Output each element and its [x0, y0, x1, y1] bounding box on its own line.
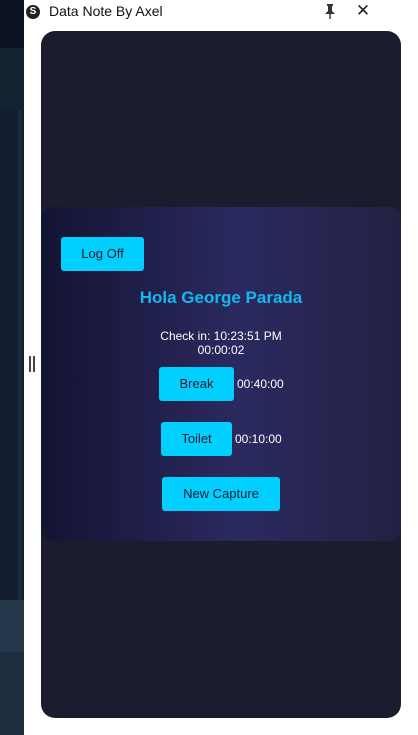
logoff-button[interactable]: Log Off	[61, 237, 144, 271]
elapsed-timer: 00:00:02	[197, 343, 245, 357]
toilet-button[interactable]: Toilet	[161, 422, 232, 456]
new-capture-button[interactable]: New Capture	[162, 477, 280, 511]
greeting-title: Hola George Parada	[139, 288, 303, 307]
checkin-row: Check in: 10:23:51 PM	[41, 329, 401, 343]
resize-grip-line	[33, 356, 35, 372]
background-app-topbar	[0, 0, 24, 48]
background-app-band	[0, 48, 24, 110]
toilet-timer: 00:10:00	[235, 432, 282, 446]
checkin-label: Check in:	[160, 329, 214, 343]
break-button[interactable]: Break	[159, 367, 234, 401]
background-app	[0, 0, 24, 735]
resize-handle[interactable]	[28, 356, 36, 372]
background-app-edge	[18, 110, 22, 600]
pin-icon[interactable]	[323, 3, 337, 19]
main-panel: Log Off Hola George Parada Check in: 10:…	[41, 31, 401, 718]
window-title: Data Note By Axel	[49, 3, 163, 19]
app-logo-icon: S	[26, 5, 40, 19]
background-app-footer	[0, 652, 24, 735]
resize-grip-line	[29, 356, 31, 372]
checkin-time: 10:23:51 PM	[213, 329, 282, 343]
break-timer: 00:40:00	[237, 377, 284, 391]
close-icon[interactable]: ✕	[355, 1, 371, 21]
background-app-lower-band	[0, 600, 24, 652]
session-card: Log Off Hola George Parada Check in: 10:…	[41, 207, 401, 541]
